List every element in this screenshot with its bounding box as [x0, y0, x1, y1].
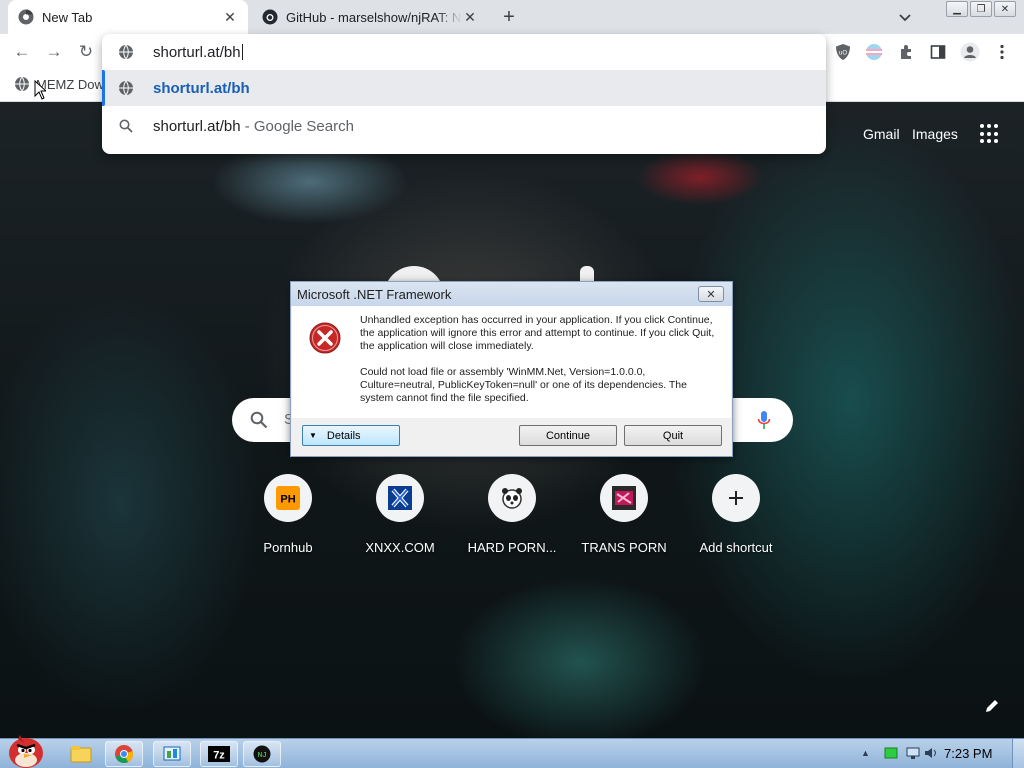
- omnibox-suggestion-search[interactable]: shorturl.at/bh - Google Search: [102, 108, 826, 144]
- add-shortcut-button[interactable]: Add shortcut: [680, 474, 792, 564]
- dialog-title: Microsoft .NET Framework: [297, 287, 452, 302]
- x-icon: [376, 474, 424, 522]
- plus-icon: [712, 474, 760, 522]
- njrat-label: NJ: [258, 752, 267, 759]
- chrome-taskbar-icon[interactable]: [105, 741, 143, 767]
- windows-taskbar: 7z NJ ▲ 7:23 PM: [0, 735, 1024, 768]
- search-icon: [118, 118, 134, 134]
- error-icon: [309, 322, 341, 354]
- 7zip-label: 7z: [213, 750, 225, 762]
- shortcuts-grid: PH Pornhub XNXX.COM HARD PORN... TRANS P…: [232, 474, 792, 564]
- ublock-icon[interactable]: uO: [833, 42, 853, 62]
- svg-text:uO: uO: [839, 51, 847, 57]
- forward-arrow-icon[interactable]: →: [44, 42, 64, 62]
- shortcut-title: XNXX.COM: [365, 540, 435, 555]
- suggestion-text: shorturl.at/bh: [153, 117, 241, 135]
- globe-icon: [14, 76, 30, 92]
- ph-badge-text: PH: [280, 494, 295, 506]
- dialog-close-button[interactable]: ✕: [698, 286, 724, 302]
- tab-search-chevron-icon[interactable]: [896, 8, 914, 26]
- start-button-angry-bird-icon[interactable]: [4, 733, 48, 768]
- side-panel-icon[interactable]: [928, 42, 948, 62]
- shortcut-title: Add shortcut: [699, 540, 773, 555]
- exception-detail: Could not load file or assembly 'WinMM.N…: [360, 366, 687, 404]
- details-label: Details: [326, 429, 361, 442]
- 7zip-icon[interactable]: 7z: [200, 741, 238, 767]
- reload-icon[interactable]: ↻: [76, 42, 96, 62]
- green-status-tray-icon[interactable]: [884, 746, 898, 760]
- profile-avatar-icon[interactable]: [960, 42, 980, 62]
- shortcut-tile[interactable]: XNXX.COM: [344, 474, 456, 564]
- mouse-cursor-icon: [34, 79, 48, 100]
- github-icon: [262, 9, 278, 25]
- shortcut-tile[interactable]: TRANS PORN: [568, 474, 680, 564]
- shortcut-title: HARD PORN...: [467, 540, 557, 555]
- globe-icon: [118, 80, 134, 96]
- tab-strip: New Tab ✕ GitHub - marselshow/njRAT: N ✕…: [0, 0, 1024, 34]
- shortcut-title: TRANS PORN: [581, 540, 667, 555]
- close-tab-icon[interactable]: ✕: [222, 9, 238, 25]
- omnibox-dropdown: shorturl.at/bh shorturl.at/bh shorturl.a…: [102, 34, 826, 154]
- back-arrow-icon[interactable]: ←: [12, 42, 32, 62]
- suggestion-description: - Google Search: [240, 117, 354, 135]
- images-link[interactable]: Images: [912, 126, 958, 142]
- text-caret: [241, 43, 243, 60]
- tab-new-tab[interactable]: New Tab ✕: [8, 0, 248, 34]
- microphone-icon[interactable]: [757, 410, 771, 430]
- chrome-icon: [18, 9, 34, 25]
- dotnet-exception-dialog: Microsoft .NET Framework ✕ Unhandled exc…: [290, 281, 733, 457]
- restore-button[interactable]: ❐: [970, 1, 992, 17]
- exception-summary: Unhandled exception has occurred in your…: [360, 314, 715, 352]
- shortcut-tile[interactable]: PH Pornhub: [232, 474, 344, 564]
- google-apps-grid-icon[interactable]: [980, 124, 1000, 144]
- show-desktop-button[interactable]: [1012, 739, 1024, 768]
- quit-button[interactable]: Quit: [624, 425, 722, 446]
- gmail-link[interactable]: Gmail: [863, 126, 900, 142]
- globe-icon: [118, 44, 134, 60]
- njrat-icon[interactable]: NJ: [243, 741, 281, 767]
- address-bar-value: shorturl.at/bh: [153, 43, 241, 61]
- extension-flag-icon[interactable]: [864, 42, 884, 62]
- bookmark-label: MEMZ Dow: [36, 76, 104, 92]
- tab-title: New Tab: [42, 9, 93, 25]
- dialog-title-bar[interactable]: Microsoft .NET Framework ✕: [291, 282, 732, 306]
- window-controls: ▁ ❐ ✕: [946, 1, 1016, 17]
- dialog-message: Unhandled exception has occurred in your…: [360, 314, 720, 405]
- tab-github[interactable]: GitHub - marselshow/njRAT: N ✕: [252, 0, 488, 34]
- search-icon: [250, 411, 268, 429]
- shortcut-tile[interactable]: HARD PORN...: [456, 474, 568, 564]
- bookmark-memz[interactable]: MEMZ Dow: [14, 76, 104, 92]
- expand-arrow-icon: ▼: [309, 431, 317, 440]
- volume-tray-icon[interactable]: [924, 746, 938, 760]
- address-bar-input[interactable]: shorturl.at/bh: [102, 34, 826, 70]
- close-tab-icon[interactable]: ✕: [462, 9, 478, 25]
- dialog-body: Unhandled exception has occurred in your…: [292, 306, 731, 418]
- new-tab-button[interactable]: +: [498, 6, 520, 28]
- extensions-puzzle-icon[interactable]: [896, 42, 916, 62]
- shortcut-title: Pornhub: [263, 540, 313, 555]
- suggestion-text: shorturl.at/bh: [153, 79, 250, 97]
- show-hidden-icons-arrow-icon[interactable]: ▲: [861, 748, 871, 758]
- customize-pencil-icon[interactable]: [983, 697, 1001, 715]
- omnibox-suggestion-url[interactable]: shorturl.at/bh: [102, 70, 826, 106]
- minimize-button[interactable]: ▁: [946, 1, 968, 17]
- explorer-icon[interactable]: [62, 741, 100, 767]
- tab-title: GitHub - marselshow/njRAT: N: [286, 9, 462, 25]
- network-tray-icon[interactable]: [906, 746, 920, 760]
- tp-icon: [600, 474, 648, 522]
- taskbar-clock[interactable]: 7:23 PM: [944, 746, 992, 761]
- ph-icon: PH: [264, 474, 312, 522]
- control-panel-icon[interactable]: [153, 741, 191, 767]
- details-button[interactable]: ▼ Details: [302, 425, 400, 446]
- more-menu-icon[interactable]: [992, 42, 1012, 62]
- continue-button[interactable]: Continue: [519, 425, 617, 446]
- close-window-button[interactable]: ✕: [994, 1, 1016, 17]
- panda-icon: [488, 474, 536, 522]
